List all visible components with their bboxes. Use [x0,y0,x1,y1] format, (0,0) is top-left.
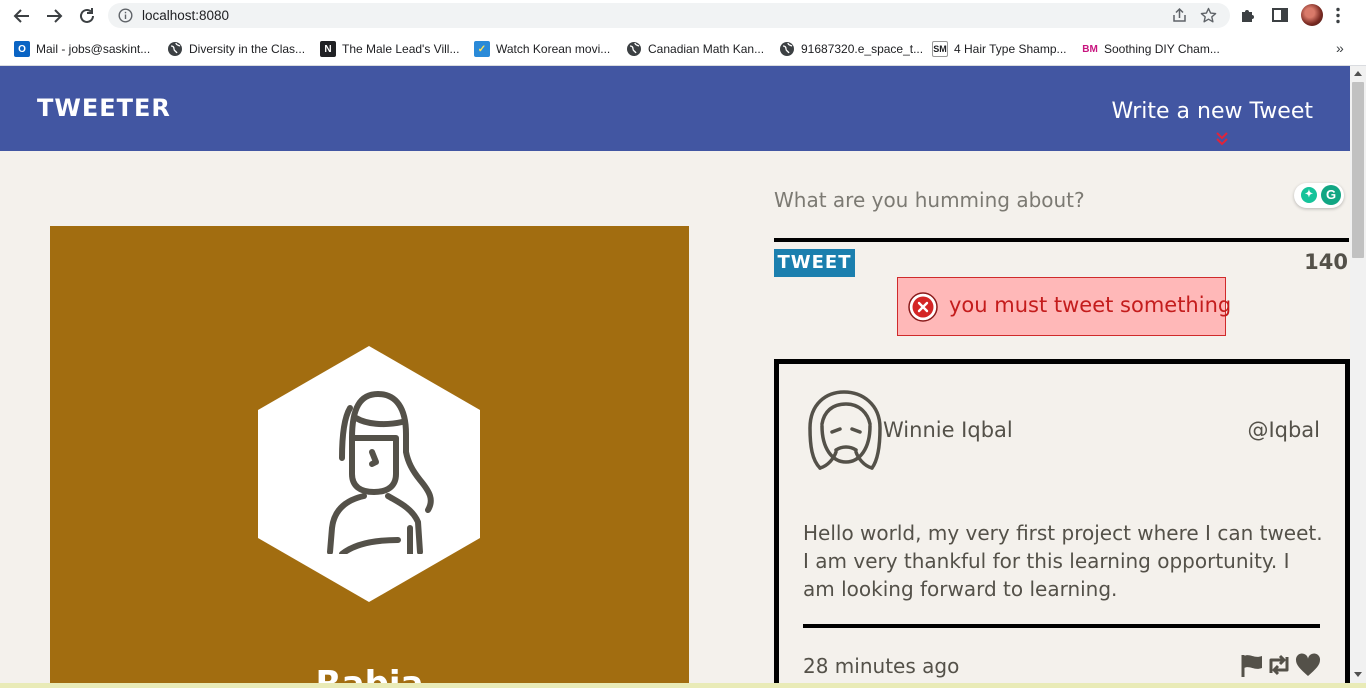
bookmarks-bar: O Mail - jobs@saskint... Diversity in th… [0,33,1366,66]
info-icon[interactable] [118,8,133,23]
tweet-compose-input[interactable] [774,183,1344,217]
compose-divider [774,238,1349,242]
reload-button[interactable] [75,4,99,28]
tweet-timestamp: 28 minutes ago [803,654,960,678]
bookmark-space[interactable]: 91687320.e_space_t... [779,40,923,58]
character-counter: 140 [1304,250,1348,274]
flag-icon[interactable] [1239,653,1265,677]
globe-icon [627,42,641,56]
outlook-icon: O [14,41,30,57]
bookmark-label: Watch Korean movi... [496,42,611,56]
bookmark-label: 91687320.e_space_t... [801,42,924,56]
bookmark-label: Canadian Math Kan... [648,42,765,56]
app-header: TWEETER Write a new Tweet [0,66,1350,151]
scroll-up-arrow-icon[interactable] [1354,70,1362,76]
scrollbar-thumb[interactable] [1352,82,1364,258]
back-button[interactable] [10,4,34,28]
bookmark-label: 4 Hair Type Shamp... [954,42,1067,56]
status-strip [0,683,1366,688]
error-text: you must tweet something [949,293,1232,317]
more-bookmarks-button[interactable]: » [1336,40,1344,56]
tweet-divider [803,624,1320,628]
extensions-puzzle-icon[interactable] [1239,6,1257,24]
bookmark-label: Mail - jobs@saskint... [36,42,151,56]
write-new-tweet-link[interactable]: Write a new Tweet [1111,99,1313,124]
tweet-author-handle: @Iqbal [1247,418,1320,442]
app-logo[interactable]: TWEETER [37,94,171,122]
bm-icon: BM [1082,43,1098,55]
novel-icon: N [320,41,336,57]
globe-icon [168,42,182,56]
tweet-body: Hello world, my very first project where… [803,521,1323,601]
scroll-down-arrow-icon[interactable] [1354,672,1362,678]
url-text[interactable]: localhost:8080 [142,8,229,23]
bookmark-label: Diversity in the Clas... [189,42,306,56]
bookmark-diy-chamomile[interactable]: BM Soothing DIY Cham... [1082,40,1220,58]
grammarly-icon[interactable]: G [1321,185,1341,205]
retweet-icon[interactable] [1266,653,1292,677]
bookmark-diversity[interactable]: Diversity in the Clas... [167,40,305,58]
bookmark-label: The Male Lead's Vill... [342,42,460,56]
bookmark-korean-movies[interactable]: ✓ Watch Korean movi... [474,40,610,58]
tweet-author-name: Winnie Iqbal [883,418,1013,442]
side-panel-icon[interactable] [1271,6,1289,24]
tweet-submit-button[interactable]: TWEET [774,249,855,277]
arrow-left-icon [13,9,29,23]
grammarly-widget[interactable]: ✦ G [1294,183,1344,208]
address-bar[interactable]: localhost:8080 [108,3,1230,28]
bookmark-mail[interactable]: O Mail - jobs@saskint... [14,40,150,58]
browser-toolbar: localhost:8080 [0,0,1366,33]
star-icon[interactable] [1200,7,1217,24]
tweet-card: Winnie Iqbal @Iqbal Hello world, my very… [774,359,1350,688]
lightbulb-icon[interactable]: ✦ [1301,187,1317,203]
forward-button[interactable] [42,4,66,28]
profile-card: Rabia [50,226,689,688]
bookmark-label: Soothing DIY Cham... [1104,42,1220,56]
error-x-icon [908,292,938,322]
browser-profile-avatar[interactable] [1301,4,1323,26]
share-icon[interactable] [1171,7,1188,24]
heart-icon[interactable] [1295,653,1321,677]
tweet-author-avatar-icon [808,390,882,470]
profile-avatar-icon [327,391,434,554]
check-icon: ✓ [474,41,490,57]
browser-menu-icon[interactable] [1335,7,1341,24]
bookmark-canadian-math[interactable]: Canadian Math Kan... [626,40,764,58]
double-chevron-down-icon[interactable] [1215,131,1229,147]
reload-icon [80,8,94,23]
globe-icon [780,42,794,56]
bookmark-male-lead[interactable]: N The Male Lead's Vill... [320,40,459,58]
error-message-box: you must tweet something [897,277,1231,336]
arrow-right-icon [47,9,63,23]
sm-icon: SM [932,41,948,57]
bookmark-hair-type[interactable]: SM 4 Hair Type Shamp... [932,40,1067,58]
